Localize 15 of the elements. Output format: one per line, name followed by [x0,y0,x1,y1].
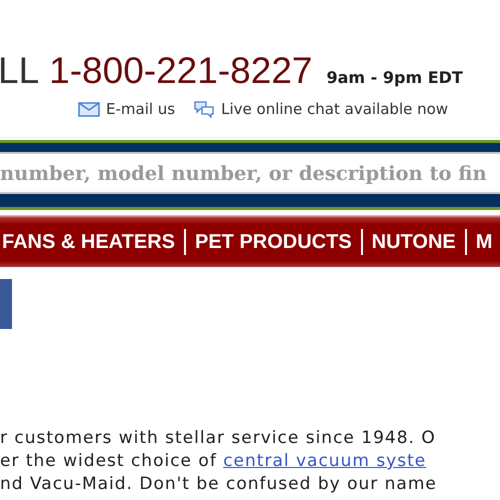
envelope-icon [78,102,100,116]
phone-number: 1-800-221-8227 [49,50,312,92]
nav-link[interactable]: FANS & HEATERS [0,229,184,255]
intro-paragraph: r customers with stellar service since 1948. O er the widest choice of central vacuum syste nd Vacu-Maid. Don't be confused by our name [0,427,437,496]
search-field[interactable]: number, model number, or description to fin [0,152,500,194]
hours-text: 9am - 9pm EDT [326,68,463,87]
button-edge[interactable] [0,279,12,329]
nav-link[interactable]: PET PRODUCTS [184,229,361,255]
nav-link[interactable]: NUTONE [360,229,465,255]
link[interactable]: E-mail us [106,100,176,118]
chat-bubbles-icon [193,100,216,118]
vacuum-link[interactable]: central vacuum syste [223,451,426,471]
call-text: LL [0,50,40,92]
link[interactable]: Live online chat available now [221,100,448,118]
nav-link[interactable]: M [464,229,500,255]
